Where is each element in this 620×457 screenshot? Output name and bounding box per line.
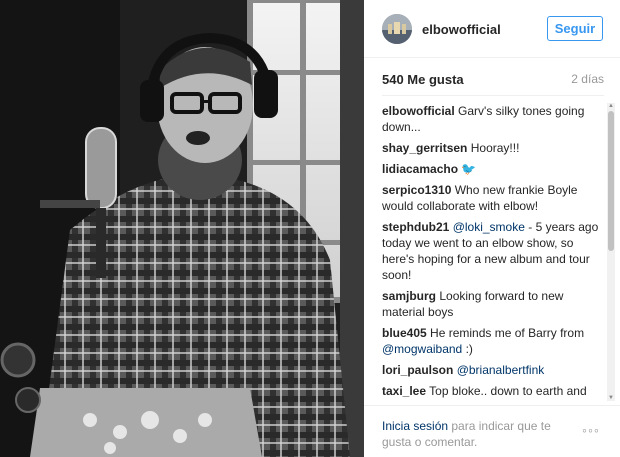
photo-illustration bbox=[0, 0, 364, 457]
comment-mention-link[interactable]: @loki_smoke bbox=[453, 220, 525, 234]
divider bbox=[382, 95, 604, 96]
post-footer: Inicia sesión para indicar que te gusta … bbox=[364, 405, 620, 457]
avatar[interactable] bbox=[382, 14, 412, 44]
comment-username[interactable]: samjburg bbox=[382, 289, 436, 303]
instagram-post-embed: elbowofficial Seguir 540 Me gusta 2 días… bbox=[0, 0, 620, 457]
comment-item: elbowofficial Garv's silky tones going d… bbox=[382, 103, 604, 135]
comment-username[interactable]: lidiacamacho bbox=[382, 162, 458, 176]
post-photo[interactable] bbox=[0, 0, 364, 457]
post-header: elbowofficial Seguir bbox=[364, 0, 620, 58]
comment-item: taxi_lee Top bloke.. down to earth and n… bbox=[382, 383, 604, 401]
avatar-image bbox=[382, 14, 412, 44]
comment-username[interactable]: shay_gerritsen bbox=[382, 141, 467, 155]
comment-username[interactable]: elbowofficial bbox=[382, 104, 455, 118]
post-sidebar: elbowofficial Seguir 540 Me gusta 2 días… bbox=[364, 0, 620, 457]
more-options-icon[interactable]: ◦◦◦ bbox=[582, 423, 604, 437]
comment-item: stephdub21 @loki_smoke - 5 years ago tod… bbox=[382, 219, 604, 283]
comment-text: Hooray!!! bbox=[470, 141, 520, 155]
comment-username[interactable]: lori_paulson bbox=[382, 363, 453, 377]
login-link[interactable]: Inicia sesión bbox=[382, 419, 448, 433]
comments-scrollbar[interactable]: ▲ ▼ bbox=[607, 103, 615, 401]
comment-mention-link[interactable]: @mogwaiband bbox=[382, 342, 462, 356]
comment-username[interactable]: taxi_lee bbox=[382, 384, 426, 398]
login-prompt: Inicia sesión para indicar que te gusta … bbox=[382, 418, 582, 450]
comment-item: lori_paulson @brianalbertfink bbox=[382, 362, 604, 378]
comment-text: :) bbox=[462, 342, 473, 356]
scroll-down-icon[interactable]: ▼ bbox=[608, 395, 614, 401]
comment-mention-link[interactable]: @brianalbertfink bbox=[457, 363, 545, 377]
comment-item: shay_gerritsen Hooray!!! bbox=[382, 140, 604, 156]
likes-count[interactable]: 540 Me gusta bbox=[382, 72, 464, 87]
scroll-thumb[interactable] bbox=[608, 111, 614, 251]
comment-item: lidiacamacho 🐦 bbox=[382, 161, 604, 177]
comment-username[interactable]: serpico1310 bbox=[382, 183, 451, 197]
post-username[interactable]: elbowofficial bbox=[422, 22, 501, 37]
comment-item: serpico1310 Who new frankie Boyle would … bbox=[382, 182, 604, 214]
post-stats: 540 Me gusta 2 días bbox=[382, 72, 604, 90]
comment-username[interactable]: blue405 bbox=[382, 326, 427, 340]
comment-item: samjburg Looking forward to new material… bbox=[382, 288, 604, 320]
post-time[interactable]: 2 días bbox=[571, 72, 604, 86]
comment-list: elbowofficial Garv's silky tones going d… bbox=[382, 103, 604, 401]
comment-text: 🐦 bbox=[461, 162, 477, 176]
comment-item: blue405 He reminds me of Barry from @mog… bbox=[382, 325, 604, 357]
follow-button[interactable]: Seguir bbox=[547, 16, 603, 41]
scroll-up-icon[interactable]: ▲ bbox=[608, 103, 614, 109]
comment-text: He reminds me of Barry from bbox=[430, 326, 585, 340]
comment-username[interactable]: stephdub21 bbox=[382, 220, 449, 234]
